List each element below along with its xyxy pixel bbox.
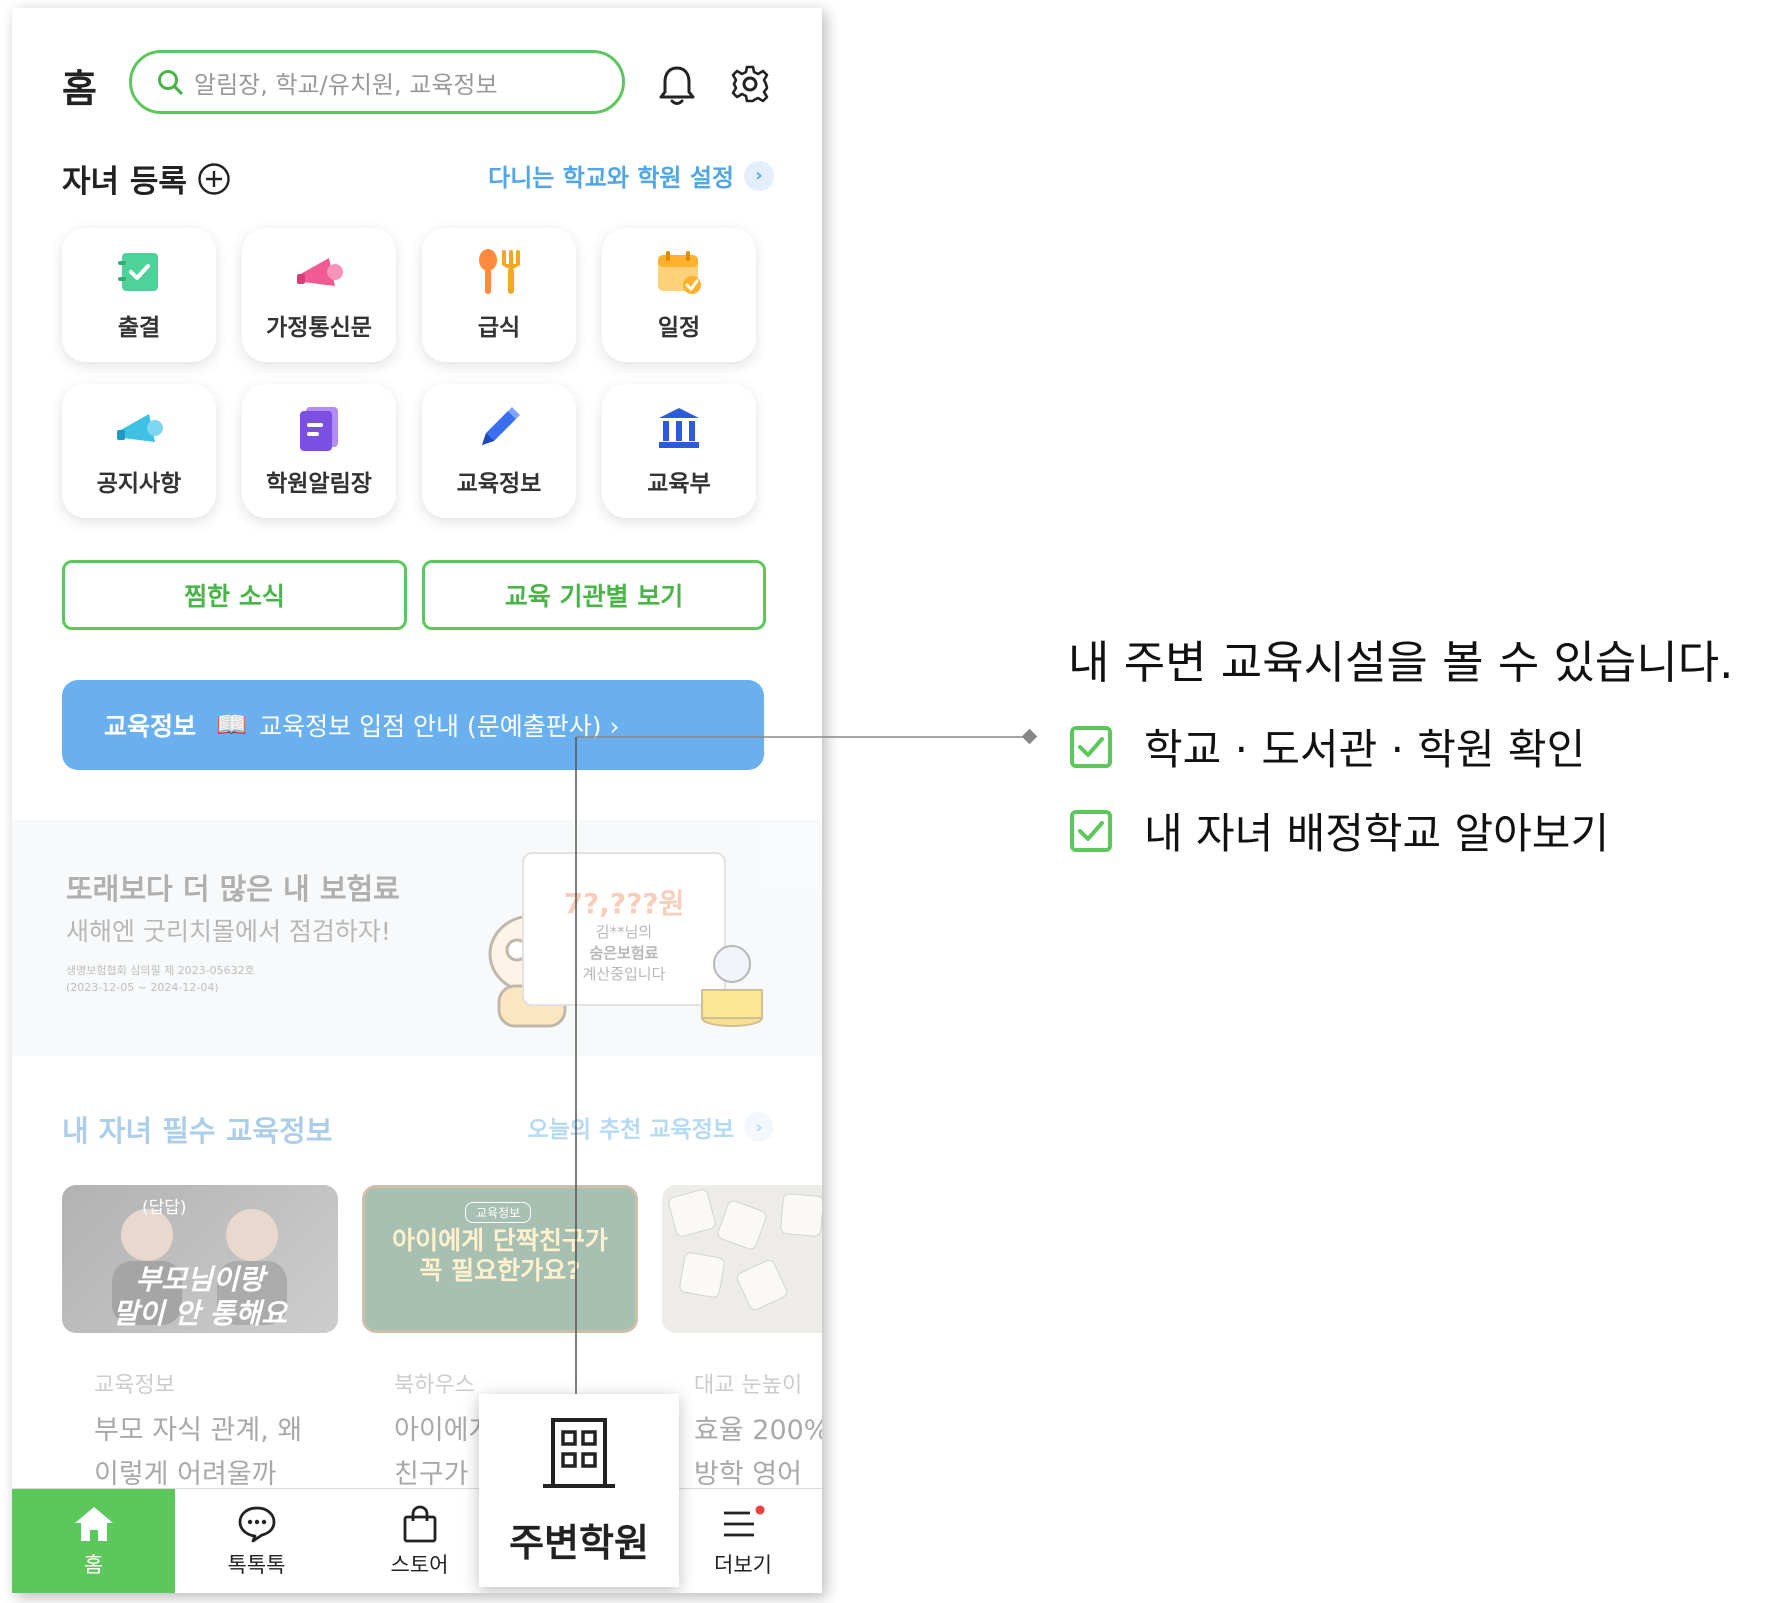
annotation-title: 내 주변 교육시설을 볼 수 있습니다. — [1068, 636, 1734, 689]
annotation-item: 학교 · 도서관 · 학원 확인 — [1070, 716, 1585, 777]
annotation-item-text: 내 자녀 배정학교 알아보기 — [1144, 809, 1610, 858]
checkbox-checked-icon — [1070, 809, 1112, 852]
annotation-item: 내 자녀 배정학교 알아보기 — [1070, 800, 1609, 861]
annotation-item-text: 학교 · 도서관 · 학원 확인 — [1144, 725, 1586, 774]
checkbox-checked-icon — [1070, 725, 1112, 768]
